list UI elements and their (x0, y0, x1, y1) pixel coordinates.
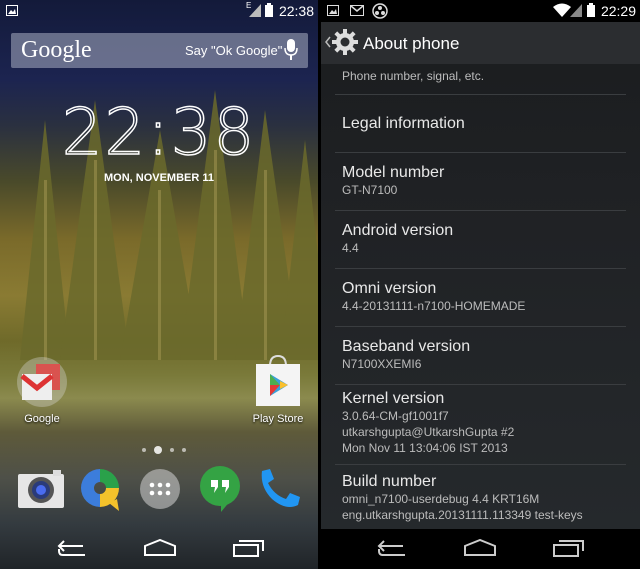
list-item-legal[interactable]: Legal information (335, 95, 626, 153)
omni-icon (372, 3, 388, 19)
app-label: Play Store (252, 413, 304, 425)
page-dot-active (154, 445, 162, 454)
list-item-status[interactable]: Phone number, signal, etc. (335, 64, 626, 95)
item-title: Legal information (342, 115, 465, 132)
item-value: 4.4 (342, 241, 359, 255)
google-search-bar[interactable]: Google Say "Ok Google" (11, 33, 308, 68)
gallery-icon (6, 5, 18, 16)
home-screen: E 22:38 Google Say "Ok Google" 22:38 MON… (0, 0, 318, 569)
up-button[interactable] (323, 28, 359, 58)
mic-icon[interactable] (284, 39, 298, 61)
list-item-android-version[interactable]: Android version 4.4 (335, 211, 626, 269)
status-time: 22:38 (278, 3, 314, 19)
battery-icon (587, 3, 595, 17)
page-title: About phone (363, 34, 460, 53)
quickoffice-icon[interactable] (79, 467, 121, 511)
clock-date: MON, NOVEMBER 11 (103, 172, 215, 184)
item-title: Model number (342, 164, 445, 181)
page-dot (170, 447, 174, 452)
chevron-left-icon (325, 36, 331, 48)
recents-icon[interactable] (233, 539, 265, 557)
action-bar: About phone (321, 22, 640, 64)
page-dot (142, 447, 146, 452)
page-indicator (138, 441, 190, 459)
item-value: Mon Nov 11 13:04:06 IST 2013 (342, 441, 508, 455)
settings-screen: 22:29 About phone Phone number, signal, … (321, 0, 640, 569)
status-bar: E 22:38 (0, 0, 318, 22)
page-dot (182, 447, 186, 452)
item-value: omni_n7100-userdebug 4.4 KRT16M (342, 492, 540, 506)
google-logo: Google (21, 37, 92, 63)
battery-icon (265, 3, 273, 17)
app-drawer-icon[interactable] (140, 469, 180, 509)
navigation-bar (0, 529, 318, 569)
app-label: Google (24, 413, 60, 425)
item-title: Omni version (342, 280, 437, 297)
camera-icon[interactable] (17, 466, 65, 508)
item-value: 3.0.64-CM-gf1001f7 (342, 409, 449, 423)
list-item-kernel: Kernel version 3.0.64-CM-gf1001f7 utkars… (335, 385, 626, 465)
item-value: 4.4-20131111-n7100-HOMEMADE (342, 299, 526, 313)
item-title: Build number (342, 473, 437, 490)
google-folder[interactable]: Google (12, 356, 72, 425)
item-value: N7100XXEMI6 (342, 357, 422, 371)
play-store-app[interactable]: Play Store (246, 354, 310, 425)
wifi-icon (553, 3, 571, 17)
clock-widget[interactable]: 22:38 (0, 95, 318, 171)
status-time: 22:29 (600, 3, 636, 19)
item-summary: Phone number, signal, etc. (342, 69, 485, 83)
gallery-icon (327, 5, 339, 16)
item-value: GT-N7100 (342, 183, 398, 197)
settings-gear-icon (332, 29, 358, 55)
item-value: eng.utkarshgupta.20131111.113349 test-ke… (342, 508, 583, 522)
google-folder-icon (17, 357, 67, 407)
list-item-model: Model number GT-N7100 (335, 153, 626, 211)
back-icon[interactable] (375, 539, 407, 557)
home-icon[interactable] (143, 539, 177, 557)
voice-hint: Say "Ok Google" (185, 43, 283, 58)
list-item-build[interactable]: Build number omni_n7100-userdebug 4.4 KR… (335, 465, 626, 525)
item-title: Baseband version (342, 338, 471, 355)
hangouts-icon[interactable] (199, 466, 241, 512)
play-store-icon (256, 354, 300, 406)
status-bar: 22:29 (321, 0, 640, 22)
navigation-bar (321, 529, 640, 569)
signal-icon (570, 4, 582, 17)
item-value: utkarshgupta@UtkarshGupta #2 (342, 425, 515, 439)
about-list: Phone number, signal, etc. Legal informa… (321, 64, 640, 525)
clock-time: 22:38 (61, 95, 257, 171)
phone-icon[interactable] (256, 467, 302, 511)
list-item-omni-version: Omni version 4.4-20131111-n7100-HOMEMADE (335, 269, 626, 327)
home-icon[interactable] (463, 539, 497, 557)
item-title: Kernel version (342, 390, 445, 407)
signal-icon (249, 4, 261, 17)
list-item-baseband: Baseband version N7100XXEMI6 (335, 327, 626, 385)
recents-icon[interactable] (553, 539, 585, 557)
item-title: Android version (342, 222, 454, 239)
gmail-icon (350, 5, 364, 16)
back-icon[interactable] (55, 539, 87, 557)
